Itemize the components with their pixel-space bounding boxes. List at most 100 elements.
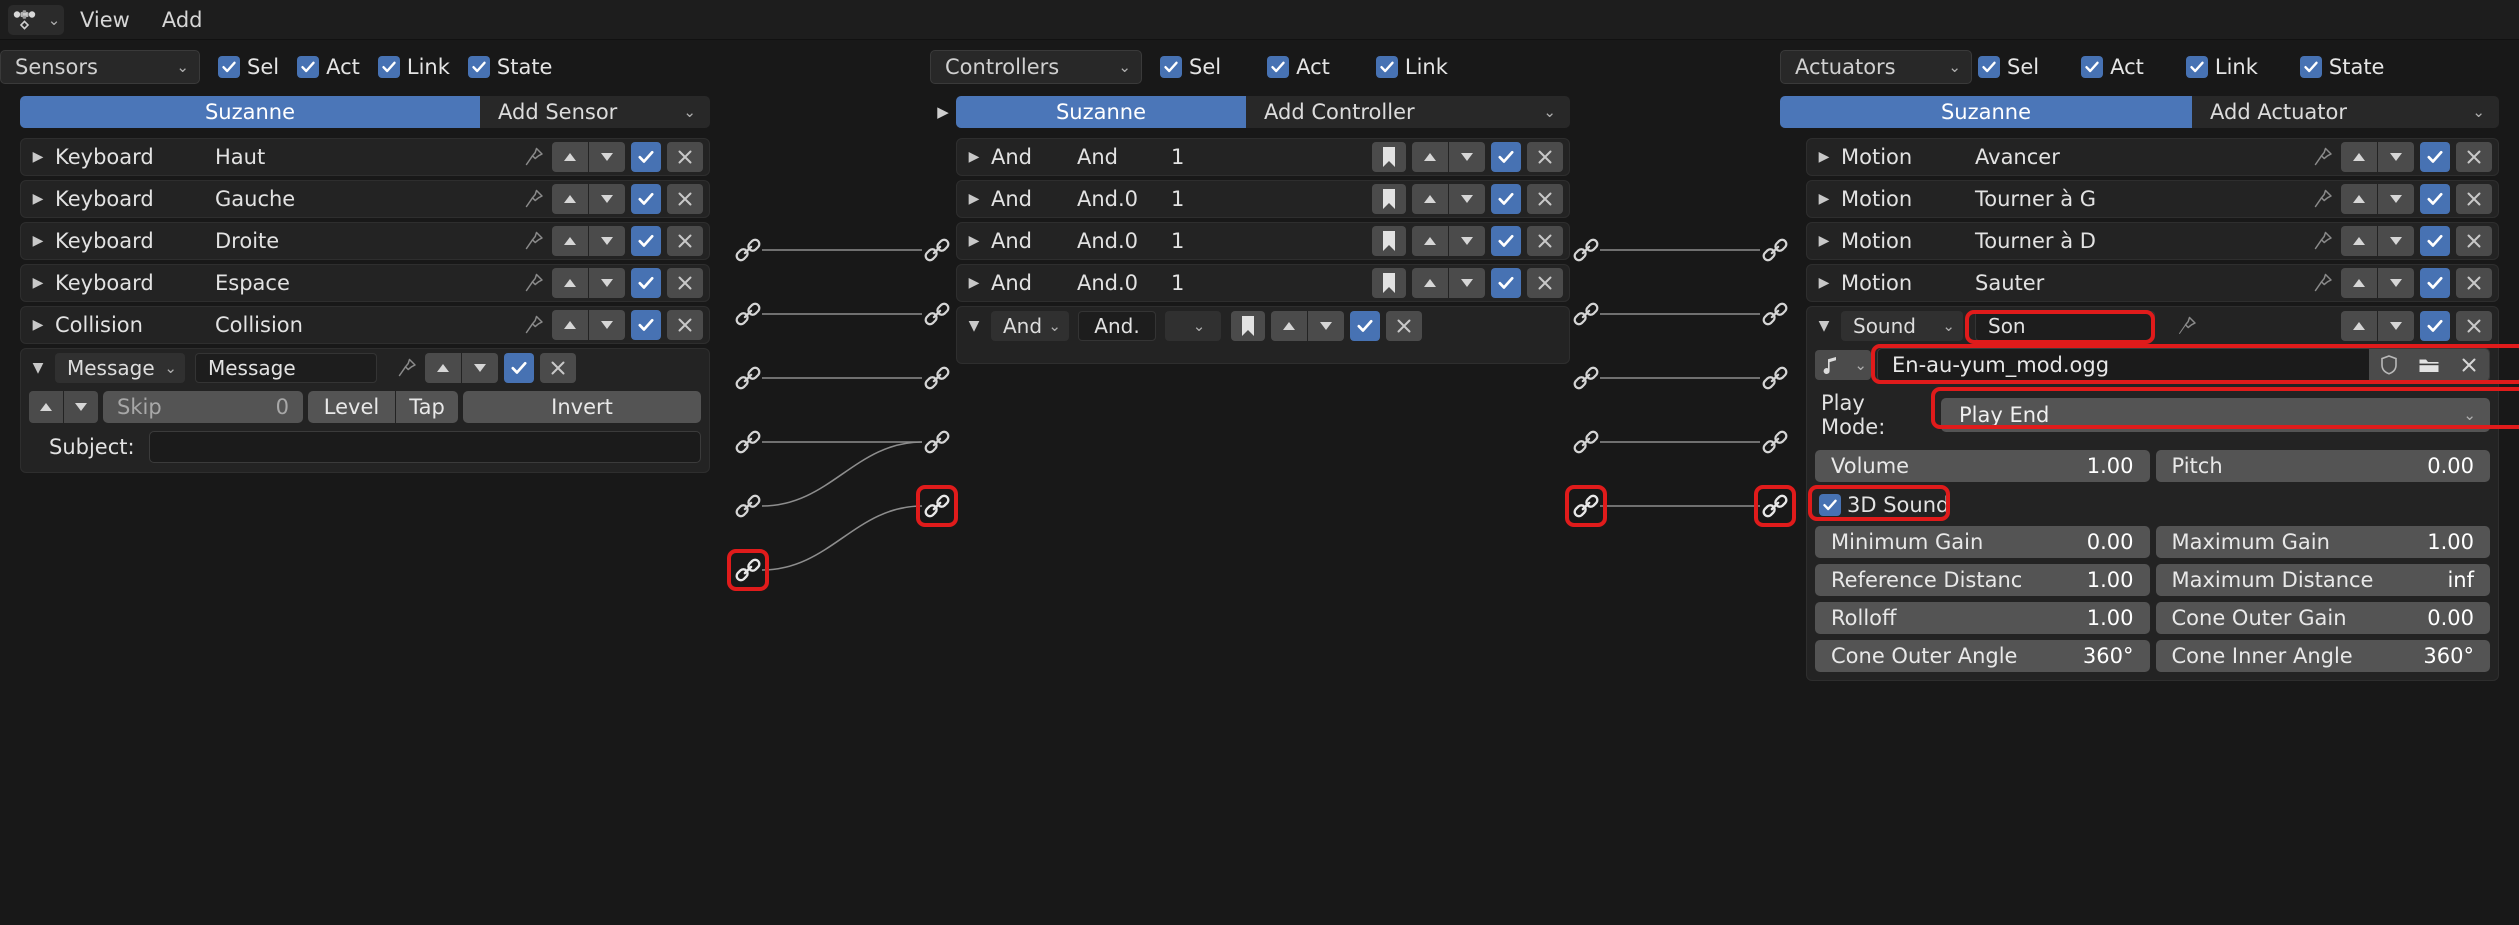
move-up-icon[interactable] <box>425 353 461 383</box>
actuator-enable-checkbox[interactable] <box>2420 268 2450 298</box>
sensor-enable-checkbox[interactable] <box>631 268 661 298</box>
link-icon[interactable] <box>922 299 952 329</box>
delete-controller-icon[interactable] <box>1527 268 1563 298</box>
bookmark-icon[interactable] <box>1231 311 1265 341</box>
checkbox-checked-icon[interactable] <box>377 56 400 78</box>
add-controller-button[interactable]: Add Controller ⌄ <box>1246 96 1570 128</box>
move-up-icon[interactable] <box>2341 226 2377 256</box>
controller-row[interactable]: ▶ And And.0 1 <box>956 264 1570 302</box>
expand-triangle-icon[interactable]: ▶ <box>21 191 55 207</box>
controller-state-select[interactable]: ⌄ <box>1165 311 1221 341</box>
move-down-icon[interactable] <box>2378 268 2414 298</box>
sensor-name[interactable]: Collision <box>215 313 516 337</box>
expand-triangle-icon[interactable]: ▶ <box>21 149 55 165</box>
sensor-move-buttons[interactable] <box>552 268 625 298</box>
sensor-enable-checkbox[interactable] <box>631 184 661 214</box>
move-down-icon[interactable] <box>589 310 625 340</box>
checkbox-checked-icon[interactable] <box>2185 56 2208 78</box>
sensor-move-buttons[interactable] <box>425 353 498 383</box>
expand-triangle-icon[interactable]: ▶ <box>1807 191 1841 207</box>
link-icon[interactable] <box>922 427 952 457</box>
pin-icon[interactable] <box>516 188 552 210</box>
move-down-icon[interactable] <box>2378 311 2414 341</box>
expand-triangle-icon[interactable]: ▶ <box>957 149 991 165</box>
sensor-type-select[interactable]: Message ⌄ <box>55 353 185 383</box>
sensor-move-buttons[interactable] <box>552 226 625 256</box>
minimum-gain-field[interactable]: Minimum Gain 0.00 <box>1815 526 2150 558</box>
expand-triangle-icon[interactable]: ▶ <box>957 233 991 249</box>
actuator-move-buttons[interactable] <box>2341 226 2414 256</box>
actuator-move-buttons[interactable] <box>2341 311 2414 341</box>
move-up-icon[interactable] <box>2341 142 2377 172</box>
controller-move-buttons[interactable] <box>1412 226 1485 256</box>
add-actuator-button[interactable]: Add Actuator ⌄ <box>2192 96 2499 128</box>
link-icon[interactable] <box>1571 299 1601 329</box>
add-sensor-button[interactable]: Add Sensor ⌄ <box>480 96 710 128</box>
controller-enable-checkbox[interactable] <box>1491 142 1521 172</box>
actuator-name[interactable]: Avancer <box>1975 145 2305 169</box>
checkbox-checked-icon[interactable] <box>467 56 490 78</box>
link-icon[interactable] <box>733 491 763 521</box>
editor-type-selector[interactable]: ⌄ <box>8 4 64 35</box>
actuators-filter-sel[interactable]: Sel <box>1978 55 2039 79</box>
pin-icon[interactable] <box>2305 188 2341 210</box>
sensor-name[interactable]: Gauche <box>215 187 516 211</box>
delete-actuator-icon[interactable] <box>2456 268 2492 298</box>
delete-sensor-icon[interactable] <box>667 226 703 256</box>
cone-outer-gain-field[interactable]: Cone Outer Gain 0.00 <box>2155 602 2490 634</box>
pin-icon[interactable] <box>389 357 425 379</box>
checkbox-checked-icon[interactable] <box>1375 56 1398 78</box>
move-down-icon[interactable] <box>1449 268 1485 298</box>
sensor-row[interactable]: ▶ Keyboard Espace <box>20 264 710 302</box>
actuator-enable-checkbox[interactable] <box>2420 226 2450 256</box>
sensor-enable-checkbox[interactable] <box>631 310 661 340</box>
checkbox-checked-icon[interactable] <box>2299 56 2322 78</box>
sensors-filter-link[interactable]: Link <box>377 55 450 79</box>
controller-enable-checkbox[interactable] <box>1491 268 1521 298</box>
move-down-icon[interactable] <box>2378 226 2414 256</box>
expand-triangle-icon[interactable]: ▶ <box>1807 149 1841 165</box>
controller-name[interactable]: And.0 <box>1077 271 1171 295</box>
sensor-move-buttons[interactable] <box>552 184 625 214</box>
controller-row[interactable]: ▶ And And 1 <box>956 138 1570 176</box>
tap-button[interactable]: Tap <box>396 391 458 423</box>
controller-name-field[interactable]: And. <box>1078 311 1156 341</box>
maximum-distance-field[interactable]: Maximum Distance inf <box>2155 564 2490 596</box>
controller-row[interactable]: ▶ And And.0 1 <box>956 180 1570 218</box>
delete-controller-icon[interactable] <box>1527 184 1563 214</box>
sensors-filter-act[interactable]: Act <box>297 55 360 79</box>
link-icon[interactable] <box>1571 427 1601 457</box>
sensor-row[interactable]: ▶ Keyboard Gauche <box>20 180 710 218</box>
delete-sensor-icon[interactable] <box>667 184 703 214</box>
move-up-icon[interactable] <box>552 226 588 256</box>
move-down-icon[interactable] <box>589 268 625 298</box>
move-up-icon[interactable] <box>552 310 588 340</box>
move-down-icon[interactable] <box>1449 184 1485 214</box>
controllers-type-select[interactable]: Controllers ⌄ <box>930 50 1142 84</box>
controller-enable-checkbox[interactable] <box>1491 226 1521 256</box>
move-up-icon[interactable] <box>2341 268 2377 298</box>
actuator-row-sound[interactable]: ▼ Sound ⌄ Son ⌄ En-au-yum_mod.ogg Play M… <box>1806 306 2519 681</box>
pin-icon[interactable] <box>2305 146 2341 168</box>
sensor-name[interactable]: Espace <box>215 271 516 295</box>
actuator-type-select[interactable]: Sound ⌄ <box>1841 311 1963 341</box>
move-up-icon[interactable] <box>1271 311 1307 341</box>
link-icon[interactable] <box>733 363 763 393</box>
expand-triangle-icon[interactable]: ▶ <box>21 275 55 291</box>
move-up-icon[interactable] <box>552 142 588 172</box>
actuator-row[interactable]: ▶ Motion Tourner à G <box>1806 180 2499 218</box>
delete-sensor-icon[interactable] <box>667 142 703 172</box>
move-down-icon[interactable] <box>589 226 625 256</box>
expand-triangle-icon[interactable]: ▶ <box>930 103 956 121</box>
delete-controller-icon[interactable] <box>1386 311 1422 341</box>
sensors-type-select[interactable]: Sensors ⌄ <box>0 50 200 84</box>
pin-icon[interactable] <box>516 314 552 336</box>
maximum-gain-field[interactable]: Maximum Gain 1.00 <box>2155 526 2490 558</box>
controller-name[interactable]: And.0 <box>1077 229 1171 253</box>
actuator-move-buttons[interactable] <box>2341 184 2414 214</box>
checkbox-checked-icon[interactable] <box>1160 56 1182 78</box>
pin-icon[interactable] <box>516 272 552 294</box>
move-up-icon[interactable] <box>1412 268 1448 298</box>
sensor-move-buttons[interactable] <box>552 142 625 172</box>
controller-name[interactable]: And.0 <box>1077 187 1171 211</box>
